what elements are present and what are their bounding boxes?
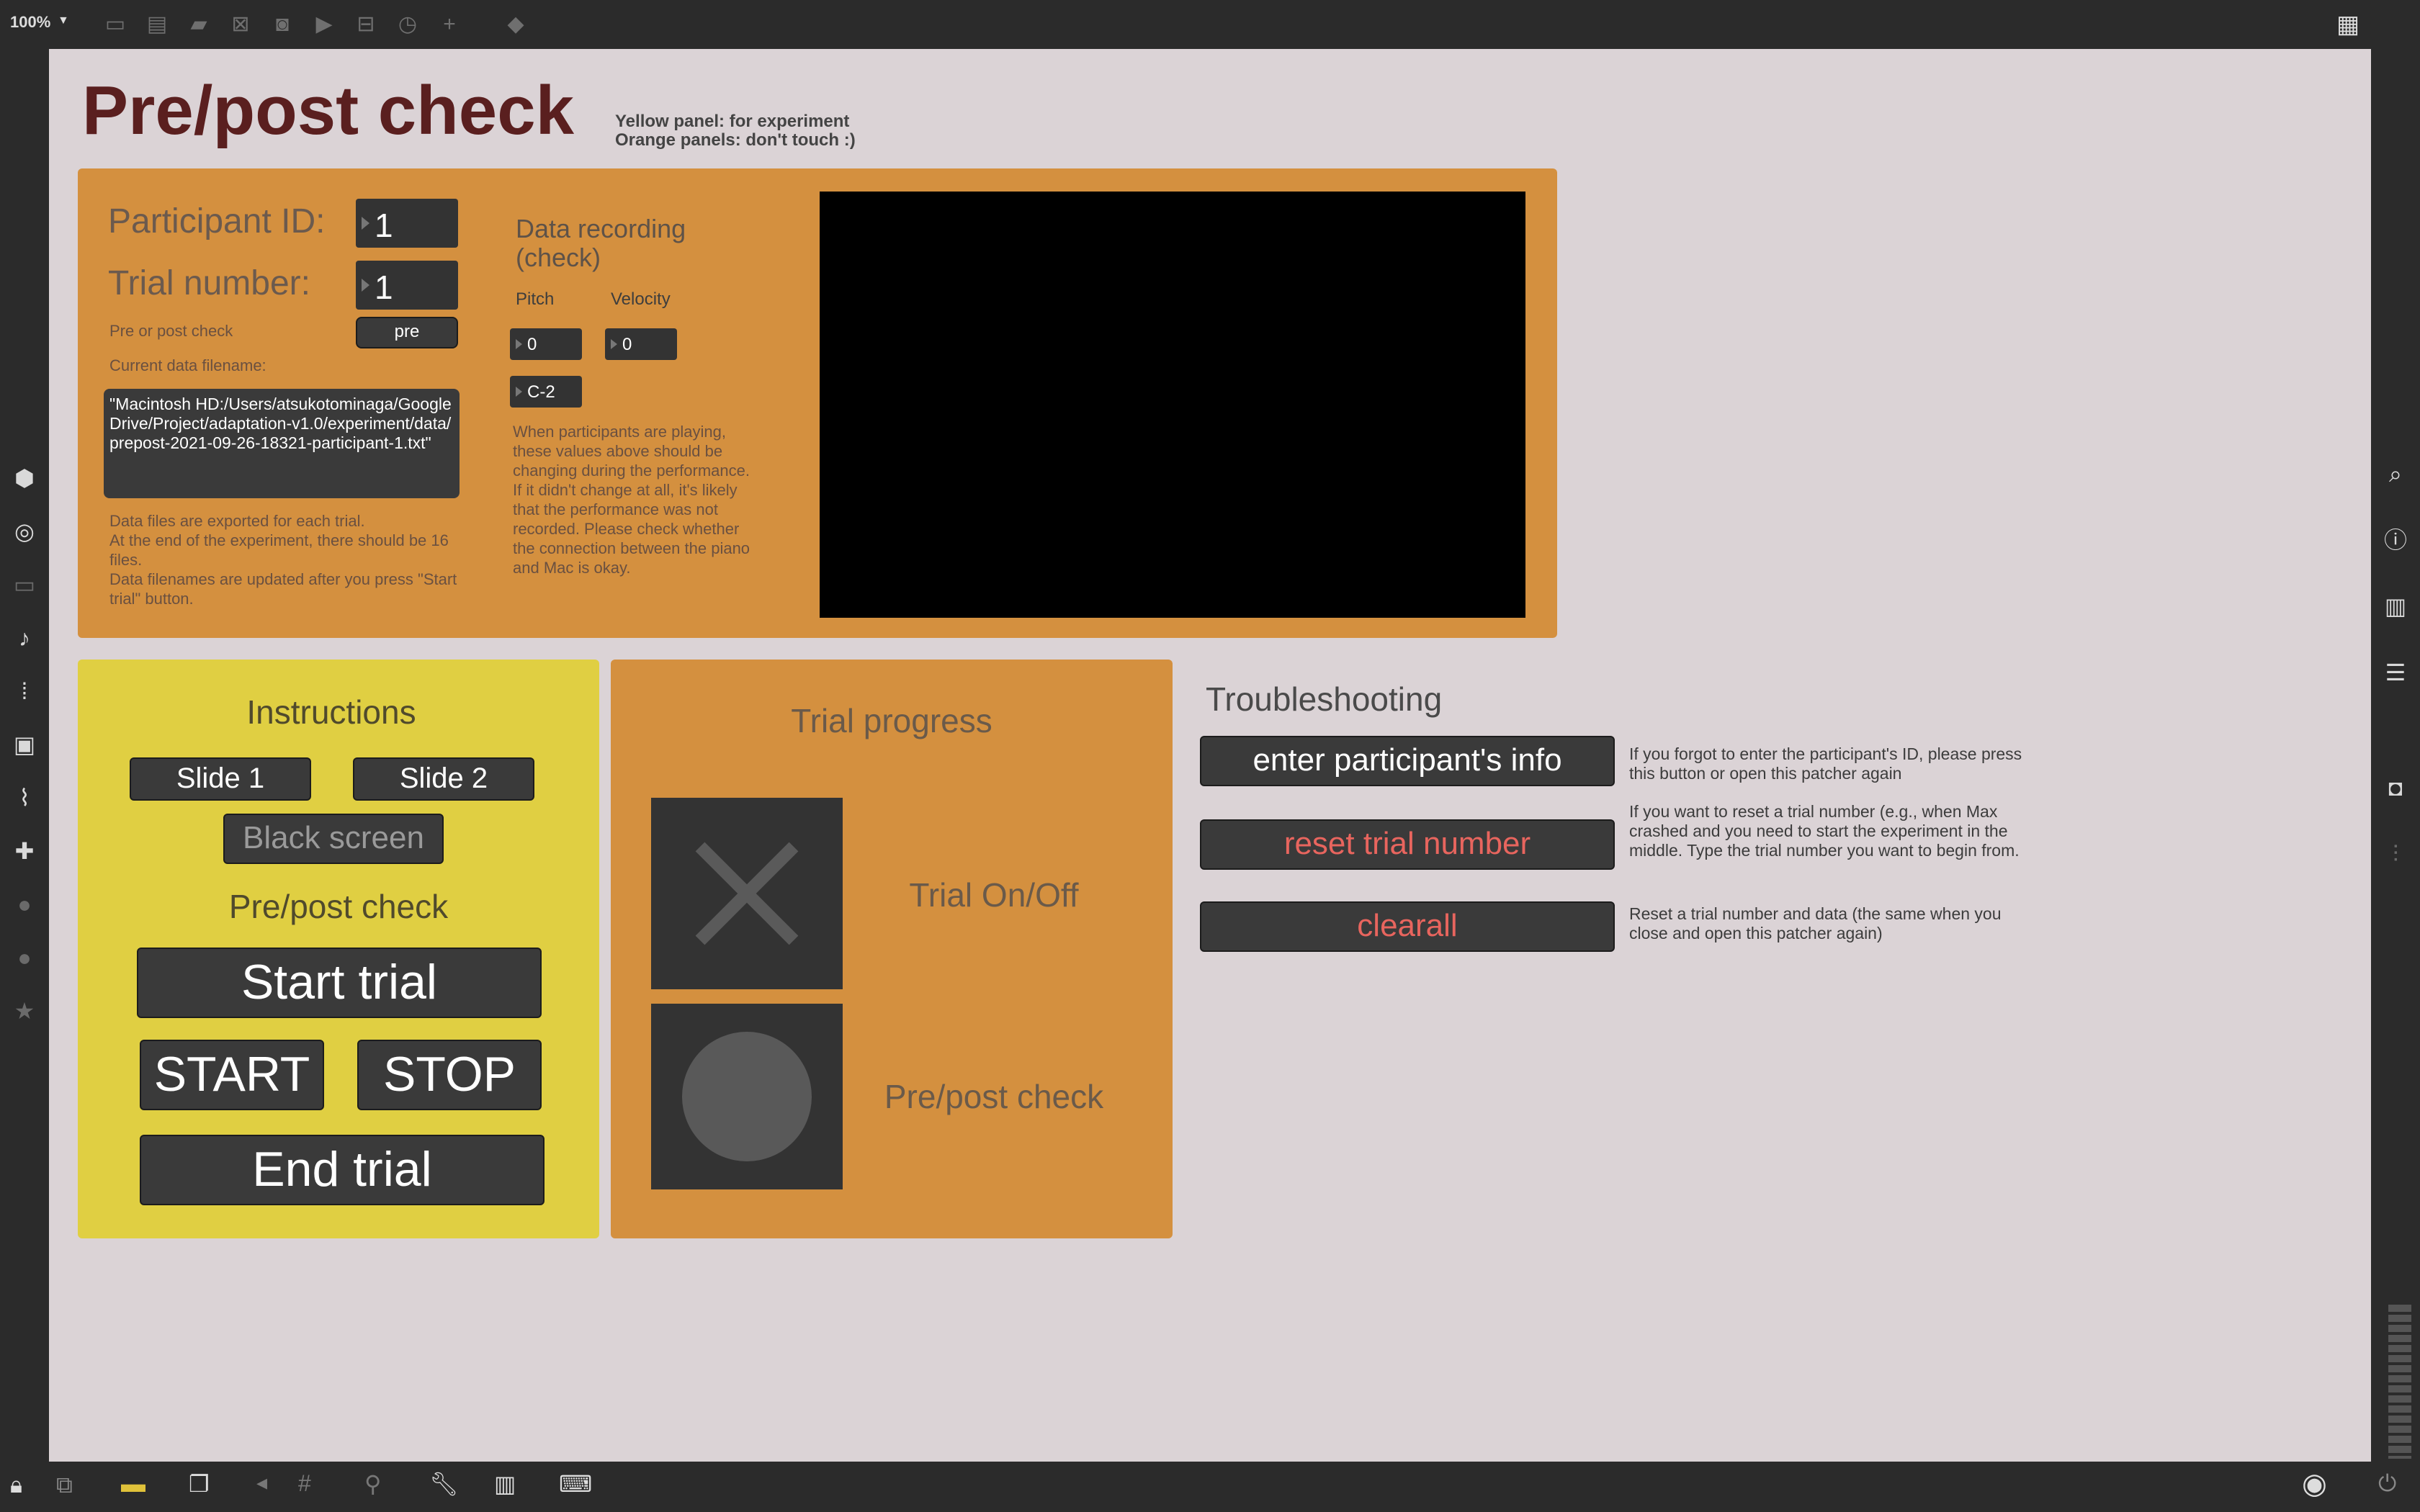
filename-message[interactable]: "Macintosh HD:/Users/atsukotominaga/Goog… [104, 389, 460, 498]
trial-toggle[interactable] [651, 798, 843, 989]
black-screen-button[interactable]: Black screen [223, 814, 444, 864]
filename-label: Current data filename: [109, 356, 266, 374]
slide-2-button[interactable]: Slide 2 [353, 757, 534, 801]
clearall-note: Reset a trial number and data (the same … [1629, 904, 2002, 942]
circle-indicator-icon [682, 1032, 812, 1161]
presentation-toggle-icon[interactable]: ⧉ [56, 1472, 73, 1499]
play-object-icon[interactable]: ▶ [308, 10, 340, 39]
pitch-number[interactable]: 0 [510, 328, 582, 360]
bpatcher-icon[interactable]: ● [0, 943, 49, 972]
bottom-toolbar: 🔒︎ ⧉ ▬ ❐ ◂ # ⚲ 🔧︎ ▥ ⌨ ◉ ⏻ [0, 1462, 2420, 1512]
dial-icon[interactable]: ◷ [392, 10, 424, 39]
zoom-level[interactable]: 100% [10, 13, 50, 32]
presentation-icon[interactable]: ▭ [0, 570, 49, 599]
prepost-toggle-button[interactable]: pre [356, 317, 458, 348]
star-icon[interactable]: ★ [0, 996, 49, 1025]
legend-yellow: Yellow panel: for experiment [615, 112, 850, 131]
info-icon[interactable]: ⓘ [2371, 526, 2420, 554]
button-object-icon[interactable]: ◙ [266, 10, 298, 39]
trial-onoff-label: Trial On/Off [909, 876, 1079, 914]
windows-icon[interactable]: ❐ [189, 1470, 210, 1498]
end-trial-button[interactable]: End trial [140, 1135, 544, 1205]
object-box-icon[interactable]: ▭ [99, 10, 131, 39]
piano-icon[interactable]: ▥ [494, 1470, 516, 1498]
plugin-icon[interactable]: ✚ [0, 837, 49, 865]
top-toolbar: 100% ▼ ▭ ▤ ▰ ⊠ ◙ ▶ ⊟ ◷ + ◆ ▦ [0, 0, 2420, 49]
reset-trial-note: If you want to reset a trial number (e.g… [1629, 802, 2020, 860]
number-arrow-icon [516, 339, 522, 349]
keyboard-icon[interactable]: ⌨ [559, 1470, 592, 1498]
number-arrow-icon [362, 279, 369, 292]
troubleshooting-title: Troubleshooting [1206, 680, 1443, 718]
mute-icon[interactable]: ◂ [256, 1470, 267, 1495]
list-icon[interactable]: ☰ [2371, 658, 2420, 687]
paperclip-icon[interactable]: ⌇ [0, 783, 49, 812]
reset-trial-button[interactable]: reset trial number [1200, 819, 1615, 870]
note-name-number[interactable]: C-2 [510, 376, 582, 408]
start-button[interactable]: START [140, 1040, 324, 1110]
vst-icon[interactable]: ● [0, 890, 49, 919]
right-sidebar: ⌕ ⓘ ▥ ☰ ◘ ⫶ [2371, 49, 2420, 1462]
trial-progress-title: Trial progress [791, 702, 992, 739]
grid-menu-icon[interactable]: ▦ [2336, 10, 2360, 39]
start-trial-button[interactable]: Start trial [137, 948, 542, 1018]
number-arrow-icon [611, 339, 617, 349]
grid-icon[interactable]: # [298, 1470, 311, 1497]
left-sidebar: ⬢ ◎ ▭ ♪ ⁞ ▣ ⌇ ✚ ● ● ★ [0, 49, 49, 1462]
prepost-bang[interactable] [651, 1004, 843, 1189]
power-icon[interactable]: ⏻ [2378, 1470, 2396, 1498]
video-display [820, 192, 1525, 618]
velocity-label: Velocity [611, 289, 671, 309]
prepost-label: Pre or post check [109, 322, 233, 340]
reference-book-icon[interactable]: ▥ [2371, 592, 2420, 621]
stop-button[interactable]: STOP [357, 1040, 542, 1110]
page-title: Pre/post check [82, 72, 574, 149]
recording-title: Data recording (check) [516, 214, 686, 272]
search-icon[interactable]: ⌕ [2371, 459, 2420, 488]
clearall-button[interactable]: clearall [1200, 901, 1615, 952]
instructions-title: Instructions [246, 693, 416, 731]
prepost-indicator-label: Pre/post check [884, 1078, 1104, 1115]
number-arrow-icon [362, 217, 369, 230]
image-icon[interactable]: ▣ [0, 730, 49, 759]
comment-icon[interactable]: ▰ [183, 10, 215, 39]
velocity-number[interactable]: 0 [605, 328, 677, 360]
paint-bucket-icon[interactable]: ◆ [500, 10, 532, 39]
enter-info-button[interactable]: enter participant's info [1200, 736, 1615, 786]
snapshot-icon[interactable]: ◘ [2371, 773, 2420, 802]
trial-number-field[interactable]: 1 [356, 261, 458, 310]
magic-wand-icon[interactable]: ⚲ [364, 1470, 381, 1498]
participant-id-label: Participant ID: [108, 202, 326, 240]
toggle-icon[interactable]: ⊠ [225, 10, 256, 39]
chevron-down-icon[interactable]: ▼ [58, 14, 69, 27]
mixer-icon[interactable]: ⫶ [2371, 840, 2420, 868]
music-note-icon[interactable]: ♪ [0, 624, 49, 652]
slide-1-button[interactable]: Slide 1 [130, 757, 311, 801]
export-note: Data files are exported for each trial. … [109, 512, 457, 608]
sequence-icon[interactable]: ⁞ [0, 677, 49, 706]
prepost-heading: Pre/post check [228, 888, 449, 925]
enter-info-note: If you forgot to enter the participant's… [1629, 744, 2022, 783]
participant-id-field[interactable]: 1 [356, 199, 458, 248]
lock-icon[interactable]: 🔒︎ [10, 1472, 22, 1499]
recording-note: When participants are playing, these val… [513, 423, 750, 577]
level-meter [2388, 1305, 2411, 1459]
slider-icon[interactable]: ⊟ [350, 10, 382, 39]
add-icon[interactable]: + [434, 10, 465, 39]
target-icon[interactable]: ◎ [0, 517, 49, 546]
pitch-label: Pitch [516, 289, 555, 309]
close-x-icon [695, 842, 799, 945]
legend-orange: Orange panels: don't touch :) [615, 130, 856, 150]
comment-balloon-icon[interactable]: ▬ [121, 1470, 145, 1498]
wrench-icon[interactable]: 🔧︎ [429, 1470, 459, 1498]
message-box-icon[interactable]: ▤ [141, 10, 173, 39]
package-icon[interactable]: ⬢ [0, 464, 49, 492]
number-arrow-icon [516, 387, 522, 397]
trial-number-label: Trial number: [108, 264, 310, 302]
dsp-icon[interactable]: ◉ [2302, 1467, 2327, 1500]
